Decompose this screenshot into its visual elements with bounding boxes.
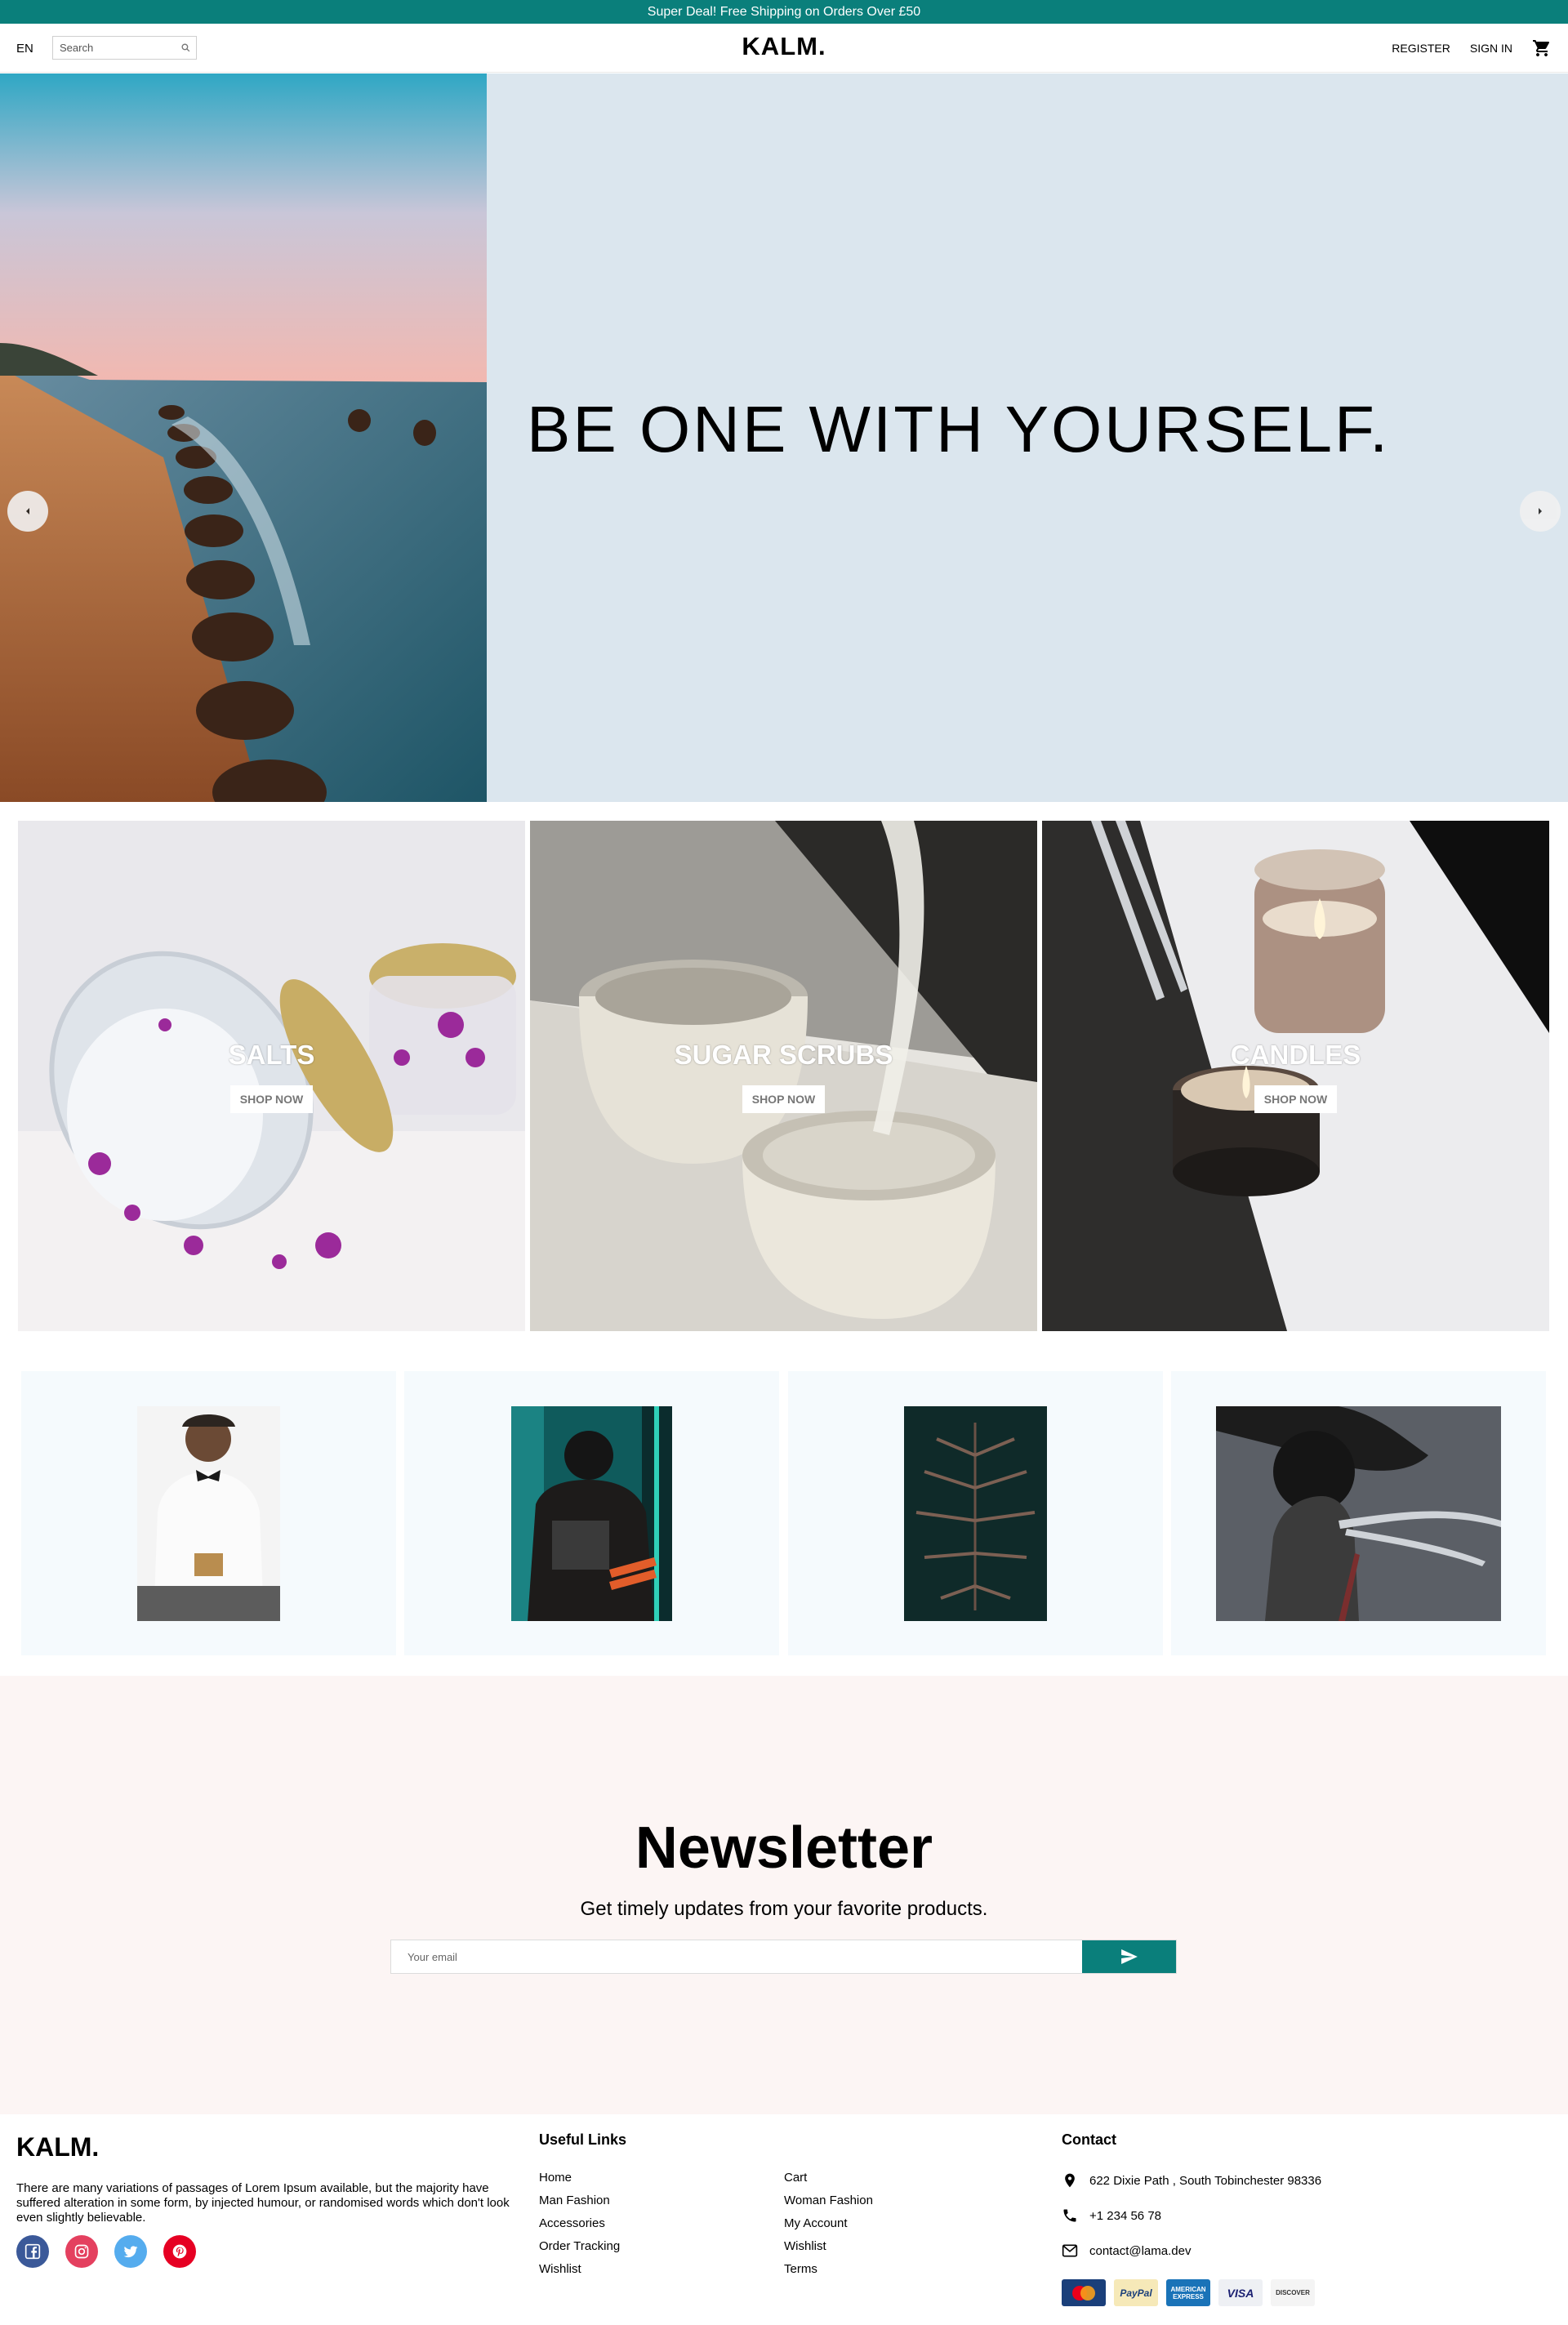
newsletter-description: Get timely updates from your favorite pr… xyxy=(580,1898,988,1920)
product-card-1[interactable] xyxy=(21,1371,396,1655)
category-card-sugar-scrubs[interactable]: SUGAR SCRUBS SHOP NOW xyxy=(530,821,1037,1331)
announcement-bar: Super Deal! Free Shipping on Orders Over… xyxy=(0,0,1568,24)
category-title: SALTS xyxy=(228,1039,315,1070)
newsletter-title: Newsletter xyxy=(635,1815,933,1881)
search-box xyxy=(52,36,197,60)
contact-phone: +1 234 56 78 xyxy=(1062,2207,1161,2224)
footer-link-accessories[interactable]: Accessories xyxy=(539,2216,620,2239)
product-image xyxy=(1216,1406,1501,1621)
footer-link-wishlist-2[interactable]: Wishlist xyxy=(784,2239,873,2262)
contact-heading: Contact xyxy=(1062,2131,1116,2148)
product-image xyxy=(137,1406,280,1621)
useful-links-heading: Useful Links xyxy=(539,2131,627,2148)
register-link[interactable]: REGISTER xyxy=(1392,42,1450,55)
instagram-button[interactable] xyxy=(65,2235,98,2268)
contact-address: 622 Dixie Path , South Tobinchester 9833… xyxy=(1062,2171,1321,2189)
pinterest-button[interactable] xyxy=(163,2235,196,2268)
footer-link-man-fashion[interactable]: Man Fashion xyxy=(539,2194,620,2216)
facebook-button[interactable] xyxy=(16,2235,49,2268)
twitter-icon xyxy=(123,2246,138,2258)
shop-now-button[interactable]: SHOP NOW xyxy=(742,1085,826,1113)
phone-text: +1 234 56 78 xyxy=(1089,2208,1162,2223)
payment-methods: PayPal AMERICAN EXPRESS VISA DISCOVER xyxy=(1062,2279,1315,2306)
logo[interactable]: KALM. xyxy=(742,32,826,60)
logo-container: KALM. xyxy=(0,32,1568,61)
category-card-salts[interactable]: SALTS SHOP NOW xyxy=(18,821,525,1331)
location-pin-icon xyxy=(1065,2173,1075,2188)
product-image xyxy=(511,1406,672,1621)
product-image xyxy=(904,1406,1047,1621)
footer-link-woman-fashion[interactable]: Woman Fashion xyxy=(784,2194,873,2216)
footer-description: There are many variations of passages of… xyxy=(16,2181,510,2225)
search-icon[interactable] xyxy=(180,42,191,53)
category-card-candles[interactable]: CANDLES SHOP NOW xyxy=(1042,821,1549,1331)
email-icon xyxy=(1062,2244,1078,2257)
announcement-text: Super Deal! Free Shipping on Orders Over… xyxy=(647,4,921,19)
email-input[interactable] xyxy=(391,1940,1082,1973)
footer-logo[interactable]: KALM. xyxy=(16,2132,99,2162)
discover-icon: DISCOVER xyxy=(1271,2279,1315,2306)
pinterest-icon xyxy=(172,2244,187,2259)
category-info: CANDLES SHOP NOW xyxy=(1042,821,1549,1331)
product-card-4[interactable] xyxy=(1171,1371,1546,1655)
footer-link-my-account[interactable]: My Account xyxy=(784,2216,873,2239)
nav-right: REGISTER SIGN IN xyxy=(1392,38,1552,58)
useful-links-col-1: Home Man Fashion Accessories Order Track… xyxy=(539,2171,620,2285)
phone-icon xyxy=(1063,2209,1076,2222)
search-input[interactable] xyxy=(53,37,176,59)
shop-now-button[interactable]: SHOP NOW xyxy=(1254,1085,1338,1113)
hero-title: BE ONE WITH YOURSELF. xyxy=(527,393,1391,465)
hero-beach-image xyxy=(0,73,487,802)
category-info: SALTS SHOP NOW xyxy=(18,821,525,1331)
product-card-2[interactable] xyxy=(404,1371,779,1655)
facebook-icon xyxy=(24,2243,41,2260)
newsletter-form xyxy=(390,1940,1177,1974)
sign-in-link[interactable]: SIGN IN xyxy=(1470,42,1512,55)
footer-link-wishlist[interactable]: Wishlist xyxy=(539,2262,620,2285)
contact-email: contact@lama.dev xyxy=(1062,2243,1191,2258)
category-title: CANDLES xyxy=(1230,1039,1361,1070)
amex-icon: AMERICAN EXPRESS xyxy=(1166,2279,1210,2306)
navbar: EN KALM. REGISTER SIGN IN xyxy=(0,24,1568,73)
send-icon xyxy=(1120,1949,1138,1964)
social-links xyxy=(16,2235,196,2268)
slider-prev-button[interactable] xyxy=(7,491,48,532)
footer-link-home[interactable]: Home xyxy=(539,2171,620,2194)
mastercard-icon xyxy=(1062,2279,1106,2306)
footer-link-terms[interactable]: Terms xyxy=(784,2262,873,2285)
hero-slider: BE ONE WITH YOURSELF. xyxy=(0,73,1568,802)
instagram-icon xyxy=(74,2244,89,2259)
useful-links-col-2: Cart Woman Fashion My Account Wishlist T… xyxy=(784,2171,873,2285)
slider-next-button[interactable] xyxy=(1520,491,1561,532)
address-text: 622 Dixie Path , South Tobinchester 9833… xyxy=(1089,2173,1322,2188)
language-selector[interactable]: EN xyxy=(16,42,33,56)
footer-link-order-tracking[interactable]: Order Tracking xyxy=(539,2239,620,2262)
subscribe-button[interactable] xyxy=(1082,1940,1176,1973)
category-info: SUGAR SCRUBS SHOP NOW xyxy=(530,821,1037,1331)
category-title: SUGAR SCRUBS xyxy=(674,1039,893,1070)
footer: KALM. There are many variations of passa… xyxy=(0,2114,1568,2325)
newsletter-section: Newsletter Get timely updates from your … xyxy=(0,1676,1568,2114)
arrow-left-icon xyxy=(26,508,29,514)
footer-link-cart[interactable]: Cart xyxy=(784,2171,873,2194)
arrow-right-icon xyxy=(1539,508,1542,514)
paypal-icon: PayPal xyxy=(1114,2279,1158,2306)
visa-icon: VISA xyxy=(1218,2279,1263,2306)
email-text[interactable]: contact@lama.dev xyxy=(1089,2244,1191,2258)
product-card-3[interactable] xyxy=(788,1371,1163,1655)
shopping-cart-icon[interactable] xyxy=(1532,38,1552,58)
twitter-button[interactable] xyxy=(114,2235,147,2268)
shop-now-button[interactable]: SHOP NOW xyxy=(229,1085,314,1113)
